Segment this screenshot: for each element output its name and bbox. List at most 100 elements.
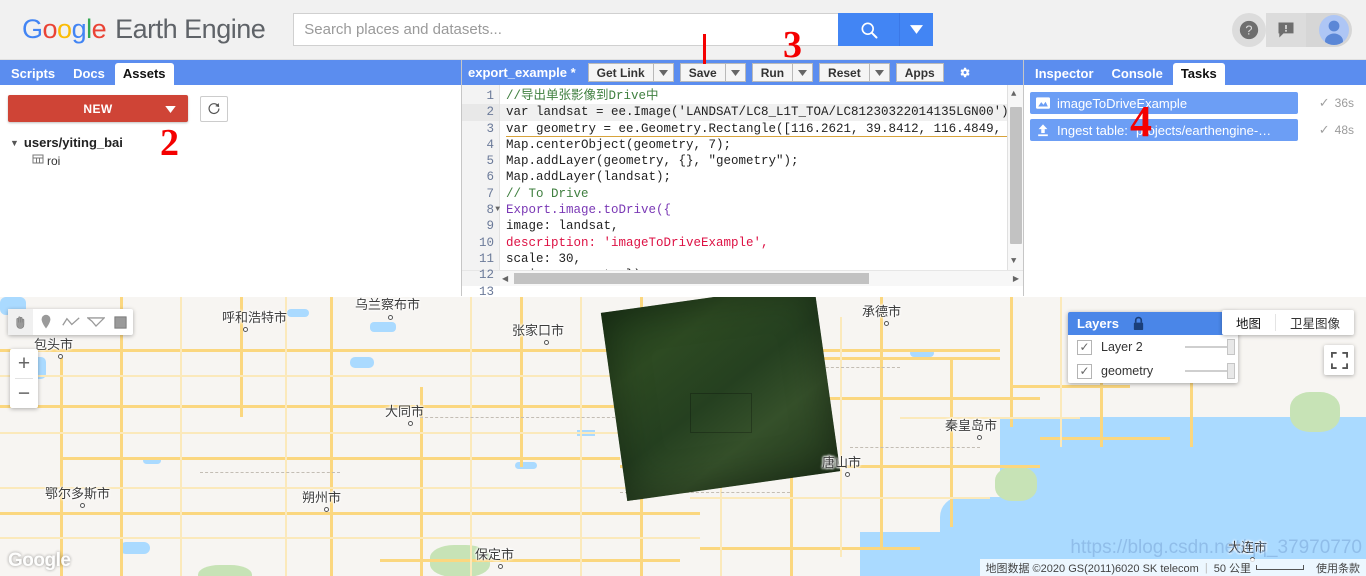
logo-letter-G: G: [22, 14, 43, 44]
line-tool-button[interactable]: [58, 309, 83, 335]
city-label: 包头市: [34, 337, 74, 352]
tab-scripts[interactable]: Scripts: [3, 63, 63, 85]
zoom-out-button[interactable]: −: [10, 379, 38, 408]
terms-link[interactable]: 使用条款: [1316, 560, 1360, 576]
get-link-group: Get Link: [587, 63, 674, 82]
tab-tasks[interactable]: Tasks: [1172, 63, 1225, 85]
check-icon: ✓: [1318, 95, 1330, 110]
line-number: 1: [486, 89, 494, 103]
reset-dropdown[interactable]: [869, 63, 890, 82]
map-type-satellite[interactable]: 卫星图像: [1276, 310, 1354, 335]
search-bar: [293, 13, 934, 46]
slider-knob[interactable]: [1227, 363, 1235, 379]
task-time: 48s: [1334, 123, 1354, 137]
task-status: ✓ 36s: [1298, 95, 1360, 111]
new-asset-button[interactable]: NEW: [8, 95, 188, 122]
line-number: 7: [486, 186, 494, 201]
search-options-button[interactable]: [900, 13, 934, 46]
apps-button[interactable]: Apps: [895, 63, 944, 82]
line-number: 12: [478, 268, 494, 283]
refresh-assets-button[interactable]: [200, 95, 228, 122]
layer-checkbox[interactable]: ✓: [1077, 363, 1092, 379]
fullscreen-button[interactable]: [1324, 345, 1354, 375]
line-number: 11: [478, 251, 494, 266]
layer-row[interactable]: ✓ geometry: [1068, 359, 1238, 383]
rectangle-tool-button[interactable]: [108, 309, 133, 335]
scroll-up-icon[interactable]: ▲: [1011, 89, 1016, 99]
code-line: Map.addLayer(landsat);: [506, 170, 672, 185]
opacity-slider[interactable]: [1185, 363, 1235, 379]
city-label: 大同市: [385, 404, 425, 419]
line-number: 2: [462, 104, 499, 121]
slider-knob[interactable]: [1227, 339, 1235, 355]
chevron-down-icon: [730, 69, 740, 76]
get-link-button[interactable]: Get Link: [587, 63, 654, 82]
tab-inspector[interactable]: Inspector: [1027, 63, 1102, 85]
save-button[interactable]: Save: [679, 63, 726, 82]
logo-letter-e: e: [91, 14, 107, 44]
opacity-slider[interactable]: [1185, 339, 1235, 355]
marker-tool-button[interactable]: [33, 309, 58, 335]
tab-assets[interactable]: Assets: [114, 63, 174, 85]
account-button[interactable]: [1306, 13, 1352, 47]
line-icon: [61, 317, 80, 326]
right-panel-tabs: Inspector Console Tasks: [1024, 60, 1366, 85]
scroll-down-icon[interactable]: ▼: [1011, 256, 1016, 266]
polygon-tool-button[interactable]: [83, 309, 108, 335]
save-dropdown[interactable]: [725, 63, 746, 82]
search-button[interactable]: [838, 13, 901, 46]
help-button[interactable]: ?: [1232, 13, 1266, 47]
upload-icon: [1038, 124, 1048, 137]
code-line: image: landsat,: [506, 219, 619, 234]
logo-letter-g: g: [71, 14, 87, 44]
get-link-dropdown[interactable]: [653, 63, 674, 82]
lock-icon[interactable]: [1132, 316, 1145, 331]
code-vertical-scrollbar[interactable]: ▲ ▼: [1007, 85, 1023, 270]
feedback-icon: [1278, 22, 1294, 38]
scroll-left-icon[interactable]: ◀: [502, 274, 508, 283]
scrollbar-thumb[interactable]: [1010, 107, 1022, 244]
asset-folder-row[interactable]: ▼ users/yiting_bai: [10, 135, 461, 150]
run-dropdown[interactable]: [793, 63, 814, 82]
feedback-button[interactable]: [1266, 13, 1306, 47]
tab-docs[interactable]: Docs: [65, 63, 113, 85]
logo-letter-o1: o: [42, 14, 58, 44]
layer-row[interactable]: ✓ Layer 2: [1068, 335, 1238, 359]
geometry-layer: [690, 393, 752, 433]
hscroll-track[interactable]: ◀ ▶: [500, 271, 1023, 286]
logo-letter-o2: o: [57, 14, 72, 44]
upper-panels: Scripts Docs Assets NEW ▼ users/yiting_b…: [0, 60, 1366, 299]
save-group: Save: [679, 63, 746, 82]
marker-icon: [41, 314, 50, 329]
search-input[interactable]: [293, 13, 839, 46]
google-earth-engine-logo: Google Earth Engine: [22, 14, 266, 45]
map-canvas[interactable]: 呼和浩特市 乌兰察布市 张家口市 包头市 承德市 大同市 朔州市 鄂尔多斯市 唐…: [0, 297, 1366, 576]
task-item-ingest[interactable]: Ingest table: "projects/earthengine-…: [1030, 119, 1298, 141]
code-text[interactable]: //导出单张影像到Drive中 var landsat = ee.Image('…: [500, 85, 1007, 270]
reset-button[interactable]: Reset: [819, 63, 870, 82]
code-horizontal-scrollbar[interactable]: ◀ ▶: [462, 270, 1023, 286]
gear-icon: [960, 67, 970, 78]
layer-checkbox[interactable]: ✓: [1077, 339, 1092, 355]
script-title: export_example *: [468, 65, 576, 80]
line-number: 5: [486, 154, 494, 169]
map-type-roadmap[interactable]: 地图: [1222, 310, 1275, 335]
scroll-right-icon[interactable]: ▶: [1013, 274, 1019, 283]
editor-settings-button[interactable]: [951, 62, 977, 83]
asset-item-roi[interactable]: roi: [10, 153, 461, 168]
city-dot: [58, 354, 63, 359]
run-button[interactable]: Run: [751, 63, 794, 82]
city-label: 秦皇岛市: [945, 418, 998, 433]
layer-name: geometry: [1101, 364, 1154, 378]
task-item-image[interactable]: imageToDriveExample: [1030, 92, 1298, 114]
zoom-in-button[interactable]: +: [10, 349, 38, 378]
code-area[interactable]: 1 2 3 4 5 6 7 8 ▼ 9 10 11 12 13 //导出单张影像…: [462, 85, 1023, 299]
tab-console[interactable]: Console: [1104, 63, 1171, 85]
reset-group: Reset: [819, 63, 890, 82]
scrollbar-thumb[interactable]: [514, 273, 869, 284]
hand-tool-button[interactable]: [8, 309, 33, 335]
svg-text:?: ?: [1245, 23, 1252, 38]
tasks-list: imageToDriveExample ✓ 36s Ingest table: …: [1024, 85, 1366, 141]
city-dot: [243, 327, 248, 332]
zoom-controls: + −: [10, 349, 38, 408]
